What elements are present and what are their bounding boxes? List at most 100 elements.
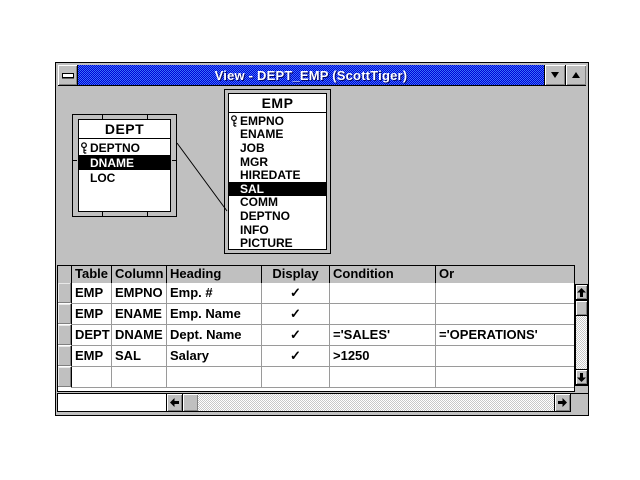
emp-table-box[interactable]: EMP EMPNO ENAME JOB MGR HIREDATE SAL COM… — [228, 93, 327, 250]
field-label: ENAME — [240, 127, 283, 141]
minimize-button[interactable] — [544, 65, 565, 85]
horizontal-scroll-thumb[interactable] — [182, 393, 199, 412]
field-item-dname-selected[interactable]: DNAME — [79, 155, 170, 170]
up-arrow-icon — [577, 288, 586, 297]
field-item-mgr[interactable]: MGR — [229, 155, 326, 169]
grid-header-column: Column — [112, 266, 167, 283]
field-label: PICTURE — [240, 236, 293, 249]
vertical-scroll-track[interactable] — [576, 316, 587, 369]
scroll-right-button[interactable] — [554, 393, 571, 412]
field-item-job[interactable]: JOB — [229, 141, 326, 155]
vertical-scroll-thumb[interactable] — [576, 300, 587, 316]
cell-column[interactable]: ENAME — [112, 304, 167, 325]
cell-or[interactable] — [436, 304, 574, 325]
field-label: DEPTNO — [240, 209, 290, 223]
field-label: LOC — [90, 171, 115, 185]
title-bar: View - DEPT_EMP (ScottTiger) — [58, 65, 586, 86]
cell-condition[interactable] — [330, 304, 436, 325]
cell-display-check[interactable]: ✓ — [262, 304, 330, 325]
grid-vertical-scrollbar — [575, 284, 588, 386]
cell-or[interactable]: ='OPERATIONS' — [436, 325, 574, 346]
cell-display-check[interactable]: ✓ — [262, 346, 330, 367]
cell-display-check[interactable]: ✓ — [262, 283, 330, 304]
right-arrow-icon — [558, 398, 567, 407]
horizontal-scroll-track[interactable] — [198, 393, 555, 412]
cell-or[interactable] — [436, 346, 574, 367]
cell-table[interactable]: EMP — [72, 346, 112, 367]
field-label: MGR — [240, 155, 268, 169]
cell-column[interactable] — [112, 367, 167, 388]
bottom-left-pane — [57, 393, 167, 412]
cell-display-check[interactable]: ✓ — [262, 325, 330, 346]
cell-or[interactable] — [436, 283, 574, 304]
selection-handle — [72, 160, 77, 161]
cell-condition[interactable]: >1250 — [330, 346, 436, 367]
key-icon — [230, 115, 238, 127]
row-selector[interactable] — [58, 283, 72, 304]
field-item-deptno[interactable]: DEPTNO — [79, 140, 170, 155]
cell-condition[interactable] — [330, 367, 436, 388]
cell-column[interactable]: EMPNO — [112, 283, 167, 304]
cell-heading[interactable]: Emp. Name — [167, 304, 262, 325]
row-selector[interactable] — [58, 346, 72, 367]
scroll-left-button[interactable] — [166, 393, 183, 412]
criteria-grid: Table Column Heading Display Condition O… — [57, 265, 575, 392]
desktop: View - DEPT_EMP (ScottTiger) DEPT — [0, 0, 640, 480]
cell-table[interactable]: DEPT — [72, 325, 112, 346]
cell-table[interactable]: EMP — [72, 304, 112, 325]
row-selector[interactable] — [58, 304, 72, 325]
field-item-sal-selected[interactable]: SAL — [229, 182, 326, 196]
selection-handle — [102, 212, 103, 217]
grid-header-table: Table — [72, 266, 112, 283]
grid-row-1: EMP EMPNO Emp. # ✓ — [58, 283, 574, 304]
field-label: DNAME — [90, 156, 134, 170]
cell-heading[interactable] — [167, 367, 262, 388]
cell-table[interactable] — [72, 367, 112, 388]
field-label: DEPTNO — [90, 141, 140, 155]
cell-table[interactable]: EMP — [72, 283, 112, 304]
dept-table-box[interactable]: DEPT DEPTNO DNAME LOC — [78, 119, 171, 212]
left-arrow-icon — [170, 398, 179, 407]
cell-column[interactable]: SAL — [112, 346, 167, 367]
maximize-icon — [572, 72, 580, 78]
field-item-comm[interactable]: COMM — [229, 196, 326, 210]
row-selector[interactable] — [58, 367, 72, 388]
maximize-button[interactable] — [565, 65, 586, 85]
field-item-deptno2[interactable]: DEPTNO — [229, 209, 326, 223]
cell-column[interactable]: DNAME — [112, 325, 167, 346]
cell-display-check[interactable] — [262, 367, 330, 388]
selection-handle — [172, 160, 177, 161]
field-label: INFO — [240, 223, 269, 237]
emp-field-list: EMPNO ENAME JOB MGR HIREDATE SAL COMM DE… — [229, 113, 326, 249]
field-item-info[interactable]: INFO — [229, 223, 326, 237]
cell-heading[interactable]: Emp. # — [167, 283, 262, 304]
cell-heading[interactable]: Dept. Name — [167, 325, 262, 346]
key-icon — [80, 142, 88, 154]
system-menu-button[interactable] — [58, 65, 78, 85]
cell-or[interactable] — [436, 367, 574, 388]
scroll-up-button[interactable] — [576, 284, 587, 300]
field-item-loc[interactable]: LOC — [79, 170, 170, 185]
minimize-icon — [551, 72, 559, 78]
scroll-down-button[interactable] — [576, 369, 587, 385]
grid-header-selector — [58, 266, 72, 283]
grid-header-or: Or — [436, 266, 574, 283]
selection-handle — [147, 212, 148, 217]
grid-header-display: Display — [262, 266, 330, 283]
grid-header-condition: Condition — [330, 266, 436, 283]
field-label: HIREDATE — [240, 168, 300, 182]
field-item-hiredate[interactable]: HIREDATE — [229, 168, 326, 182]
field-item-ename[interactable]: ENAME — [229, 128, 326, 142]
window-title: View - DEPT_EMP (ScottTiger) — [78, 65, 544, 85]
field-label: JOB — [240, 141, 265, 155]
field-item-picture[interactable]: PICTURE — [229, 236, 326, 249]
grid-row-2: EMP ENAME Emp. Name ✓ — [58, 304, 574, 325]
field-item-empno[interactable]: EMPNO — [229, 114, 326, 128]
dept-table-title: DEPT — [79, 120, 170, 139]
row-selector[interactable] — [58, 325, 72, 346]
grid-header-row: Table Column Heading Display Condition O… — [58, 266, 574, 283]
cell-heading[interactable]: Salary — [167, 346, 262, 367]
cell-condition[interactable] — [330, 283, 436, 304]
field-label: SAL — [240, 182, 264, 196]
cell-condition[interactable]: ='SALES' — [330, 325, 436, 346]
